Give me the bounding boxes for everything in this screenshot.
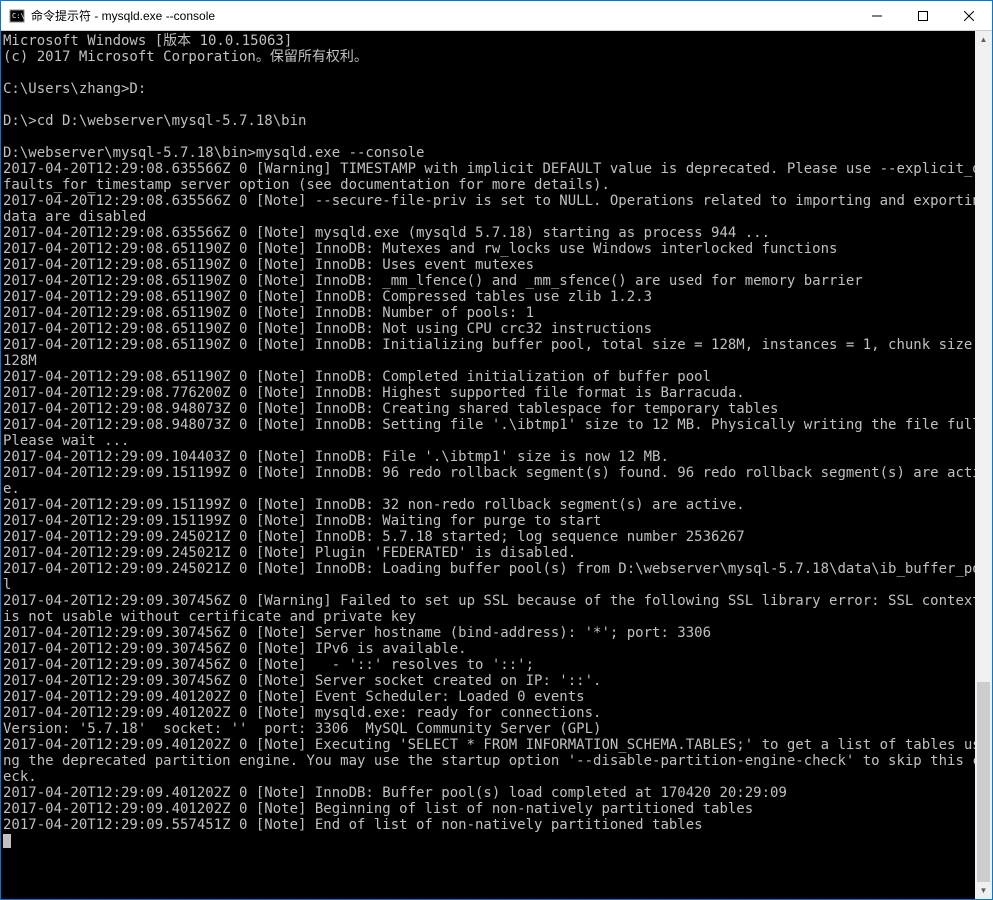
vertical-scrollbar[interactable]: ▲ ▼: [975, 31, 992, 899]
scroll-thumb[interactable]: [977, 682, 990, 882]
svg-text:C:\: C:\: [12, 12, 25, 20]
text-cursor: [3, 834, 11, 848]
maximize-button[interactable]: [900, 1, 946, 30]
scroll-up-arrow[interactable]: ▲: [975, 31, 992, 48]
scroll-track[interactable]: [975, 48, 992, 882]
console-output[interactable]: Microsoft Windows [版本 10.0.15063] (c) 20…: [1, 31, 992, 899]
console-body[interactable]: Microsoft Windows [版本 10.0.15063] (c) 20…: [1, 31, 992, 899]
command-prompt-window: C:\ 命令提示符 - mysqld.exe --console Microso…: [0, 0, 993, 900]
scroll-down-arrow[interactable]: ▼: [975, 882, 992, 899]
minimize-button[interactable]: [854, 1, 900, 30]
close-button[interactable]: [946, 1, 992, 30]
app-icon: C:\: [9, 8, 25, 24]
titlebar-buttons: [854, 1, 992, 30]
window-title: 命令提示符 - mysqld.exe --console: [31, 7, 854, 24]
titlebar[interactable]: C:\ 命令提示符 - mysqld.exe --console: [1, 1, 992, 31]
